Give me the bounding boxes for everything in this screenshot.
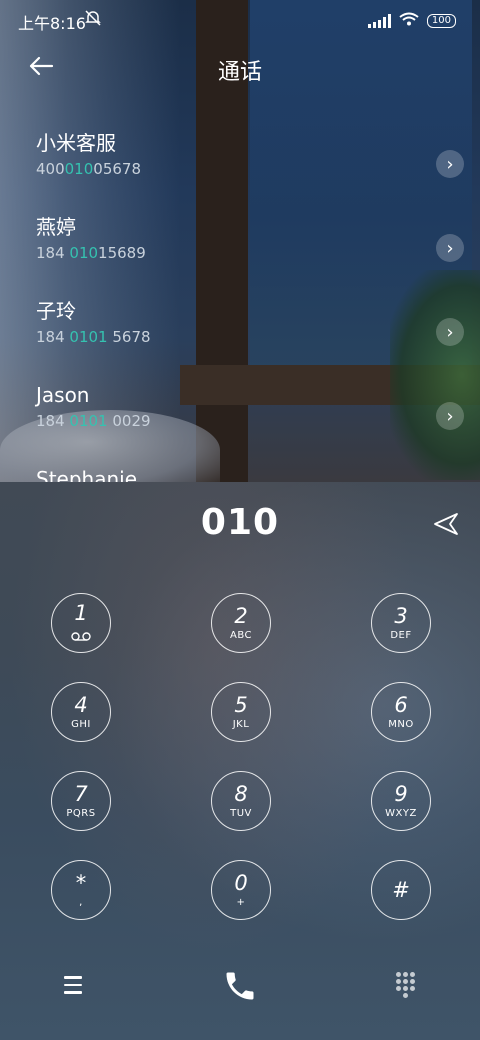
key-2[interactable]: 2 ABC xyxy=(211,593,271,653)
dialer-panel: 010 1 2 ABC 3 DEF 4 GHI 5 JKL 6 MNO 7 PQRS 8 TU… xyxy=(0,482,480,1040)
chevron-right-icon[interactable]: › xyxy=(436,150,464,178)
contact-name: 燕婷 xyxy=(36,215,76,239)
key-5[interactable]: 5 JKL xyxy=(211,682,271,742)
key-star[interactable]: *, xyxy=(51,860,111,920)
key-6[interactable]: 6 MNO xyxy=(371,682,431,742)
phone-call-icon[interactable] xyxy=(222,968,258,1004)
dial-input[interactable]: 010 xyxy=(0,502,480,543)
contact-list: 小米客服 40001005678 › 燕婷 184 01015689 › 子玲 … xyxy=(0,120,480,482)
key-9[interactable]: 9 WXYZ xyxy=(371,771,431,831)
contact-number: 40001005678 xyxy=(36,160,141,178)
key-1[interactable]: 1 xyxy=(51,593,111,653)
contact-item[interactable]: 子玲 184 0101 5678 › xyxy=(36,298,464,368)
key-4[interactable]: 4 GHI xyxy=(51,682,111,742)
status-bar: 上午8:16 100 xyxy=(0,0,480,40)
chevron-right-icon[interactable]: › xyxy=(436,318,464,346)
contact-item[interactable]: 小米客服 40001005678 › xyxy=(36,130,464,200)
chevron-right-icon[interactable]: › xyxy=(436,402,464,430)
send-icon[interactable] xyxy=(432,510,460,538)
voicemail-icon xyxy=(71,626,91,645)
contact-name: 子玲 xyxy=(36,299,76,323)
contact-number: 184 0101 0029 xyxy=(36,412,151,430)
wifi-icon xyxy=(399,11,419,30)
dialpad-grid-icon[interactable] xyxy=(396,972,415,998)
mute-icon xyxy=(84,9,102,31)
contact-number: 184 01015689 xyxy=(36,244,146,262)
key-0[interactable]: 0 + xyxy=(211,860,271,920)
status-time: 上午8:16 xyxy=(18,14,86,33)
key-hash[interactable]: # xyxy=(371,860,431,920)
contact-item[interactable]: Jason 184 0101 0029 › xyxy=(36,382,464,452)
contact-item[interactable]: 燕婷 184 01015689 › xyxy=(36,214,464,284)
contact-number: 184 0101 5678 xyxy=(36,328,151,346)
contact-name: Stephanie xyxy=(36,467,138,482)
key-7[interactable]: 7 PQRS xyxy=(51,771,111,831)
contact-name: 小米客服 xyxy=(36,131,116,155)
signal-icon xyxy=(367,13,391,28)
page-title: 通话 xyxy=(217,60,262,85)
menu-icon[interactable] xyxy=(64,976,82,999)
battery-icon: 100 xyxy=(426,13,456,28)
status-icons: 100 xyxy=(367,11,456,30)
key-3[interactable]: 3 DEF xyxy=(371,593,431,653)
contact-item[interactable]: Stephanie xyxy=(36,466,456,482)
chevron-right-icon[interactable]: › xyxy=(436,234,464,262)
header: 通话 xyxy=(0,48,480,92)
bottom-bar xyxy=(0,952,480,1022)
contact-name: Jason xyxy=(36,383,90,407)
key-8[interactable]: 8 TUV xyxy=(211,771,271,831)
